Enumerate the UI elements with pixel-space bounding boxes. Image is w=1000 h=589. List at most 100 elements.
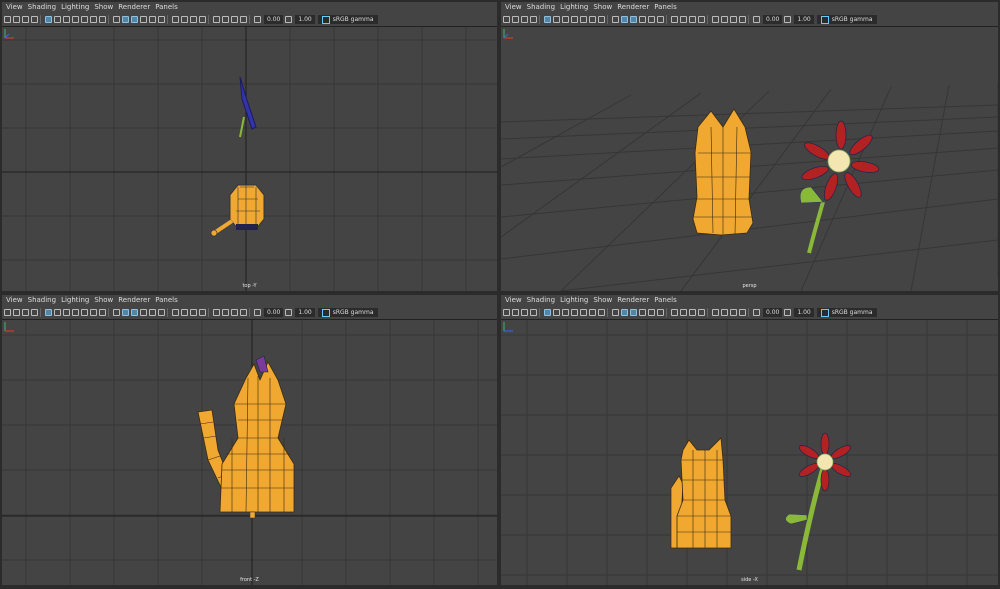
image-plane-icon[interactable] (530, 309, 537, 316)
texture-icon[interactable] (639, 309, 646, 316)
depth-of-field-icon[interactable] (199, 309, 206, 316)
gate-mask-icon[interactable] (72, 309, 79, 316)
xray-joints-icon[interactable] (231, 309, 238, 316)
depth-of-field-icon[interactable] (698, 309, 705, 316)
bookmark-icon[interactable] (22, 16, 29, 23)
menu-view[interactable]: View (6, 2, 23, 13)
depth-of-field-icon[interactable] (698, 16, 705, 23)
resolution-gate-icon[interactable] (562, 309, 569, 316)
shadow-icon[interactable] (657, 16, 664, 23)
shadow-icon[interactable] (158, 16, 165, 23)
menu-view[interactable]: View (505, 2, 522, 13)
menu-show[interactable]: Show (593, 295, 612, 306)
resolution-gate-icon[interactable] (63, 16, 70, 23)
safe-title-icon[interactable] (598, 16, 605, 23)
depth-of-field-icon[interactable] (199, 16, 206, 23)
colorspace-dropdown[interactable]: sRGB gamma (816, 15, 877, 24)
menu-panels[interactable]: Panels (654, 2, 677, 13)
viewport-side[interactable]: View Shading Lighting Show Renderer Pane… (501, 295, 998, 585)
field-chart-icon[interactable] (580, 309, 587, 316)
menu-renderer[interactable]: Renderer (617, 295, 649, 306)
light-icon[interactable] (648, 309, 655, 316)
menu-shading[interactable]: Shading (527, 2, 555, 13)
gate-mask-icon[interactable] (72, 16, 79, 23)
menu-panels[interactable]: Panels (155, 295, 178, 306)
bookmark-icon[interactable] (521, 16, 528, 23)
menu-renderer[interactable]: Renderer (118, 295, 150, 306)
xray-joints-icon[interactable] (730, 16, 737, 23)
film-gate-icon[interactable] (54, 16, 61, 23)
motion-blur-icon[interactable] (181, 309, 188, 316)
shaded-icon[interactable] (621, 16, 628, 23)
wireframe-icon[interactable] (612, 16, 619, 23)
isolate-icon[interactable] (213, 16, 220, 23)
xray-joints-icon[interactable] (730, 309, 737, 316)
anti-aliasing-icon[interactable] (190, 16, 197, 23)
safe-title-icon[interactable] (99, 16, 106, 23)
gamma-value[interactable]: 1.00 (794, 15, 814, 24)
safe-action-icon[interactable] (90, 16, 97, 23)
camera-icon[interactable] (503, 16, 510, 23)
gamma-value[interactable]: 1.00 (794, 308, 814, 317)
menu-shading[interactable]: Shading (28, 295, 56, 306)
menu-show[interactable]: Show (94, 2, 113, 13)
motion-blur-icon[interactable] (181, 16, 188, 23)
gamma-icon[interactable] (784, 16, 792, 23)
grid-icon[interactable] (45, 16, 52, 23)
film-gate-icon[interactable] (553, 16, 560, 23)
exposure-value[interactable]: 0.00 (763, 15, 783, 24)
field-chart-icon[interactable] (580, 16, 587, 23)
bookmark-icon[interactable] (22, 309, 29, 316)
shaded-icon[interactable] (122, 16, 129, 23)
field-chart-icon[interactable] (81, 16, 88, 23)
safe-action-icon[interactable] (589, 16, 596, 23)
safe-title-icon[interactable] (598, 309, 605, 316)
exposure-icon[interactable] (254, 16, 261, 23)
field-chart-icon[interactable] (81, 309, 88, 316)
exposure-icon[interactable] (753, 16, 760, 23)
wireframe-icon[interactable] (612, 309, 619, 316)
anti-aliasing-icon[interactable] (689, 309, 696, 316)
colorspace-dropdown[interactable]: sRGB gamma (317, 308, 378, 317)
menu-panels[interactable]: Panels (155, 2, 178, 13)
isolate-icon[interactable] (712, 16, 719, 23)
viewport-front[interactable]: View Shading Lighting Show Renderer Pane… (2, 295, 497, 585)
exposure-value[interactable]: 0.00 (264, 308, 284, 317)
image-plane-icon[interactable] (31, 309, 38, 316)
menu-shading[interactable]: Shading (527, 295, 555, 306)
shaded-icon[interactable] (621, 309, 628, 316)
wireframe-icon[interactable] (113, 309, 120, 316)
light-icon[interactable] (648, 16, 655, 23)
safe-action-icon[interactable] (90, 309, 97, 316)
wireframe-on-shaded-icon[interactable] (630, 309, 637, 316)
isolate-icon[interactable] (213, 309, 220, 316)
xray-components-icon[interactable] (739, 16, 746, 23)
motion-blur-icon[interactable] (680, 309, 687, 316)
menu-renderer[interactable]: Renderer (118, 2, 150, 13)
viewport-canvas[interactable]: front -Z (2, 320, 497, 585)
wireframe-icon[interactable] (113, 16, 120, 23)
wireframe-on-shaded-icon[interactable] (131, 16, 138, 23)
ambient-occlusion-icon[interactable] (671, 16, 678, 23)
texture-icon[interactable] (140, 309, 147, 316)
resolution-gate-icon[interactable] (562, 16, 569, 23)
menu-lighting[interactable]: Lighting (61, 2, 89, 13)
camera-icon[interactable] (4, 16, 11, 23)
wireframe-on-shaded-icon[interactable] (131, 309, 138, 316)
xray-components-icon[interactable] (240, 16, 247, 23)
camera-attributes-icon[interactable] (512, 16, 519, 23)
exposure-icon[interactable] (753, 309, 760, 316)
bookmark-icon[interactable] (521, 309, 528, 316)
safe-action-icon[interactable] (589, 309, 596, 316)
menu-show[interactable]: Show (593, 2, 612, 13)
xray-components-icon[interactable] (739, 309, 746, 316)
gate-mask-icon[interactable] (571, 16, 578, 23)
colorspace-dropdown[interactable]: sRGB gamma (816, 308, 877, 317)
gamma-value[interactable]: 1.00 (295, 15, 315, 24)
gamma-icon[interactable] (285, 16, 293, 23)
isolate-icon[interactable] (712, 309, 719, 316)
texture-icon[interactable] (639, 16, 646, 23)
anti-aliasing-icon[interactable] (190, 309, 197, 316)
xray-components-icon[interactable] (240, 309, 247, 316)
image-plane-icon[interactable] (530, 16, 537, 23)
